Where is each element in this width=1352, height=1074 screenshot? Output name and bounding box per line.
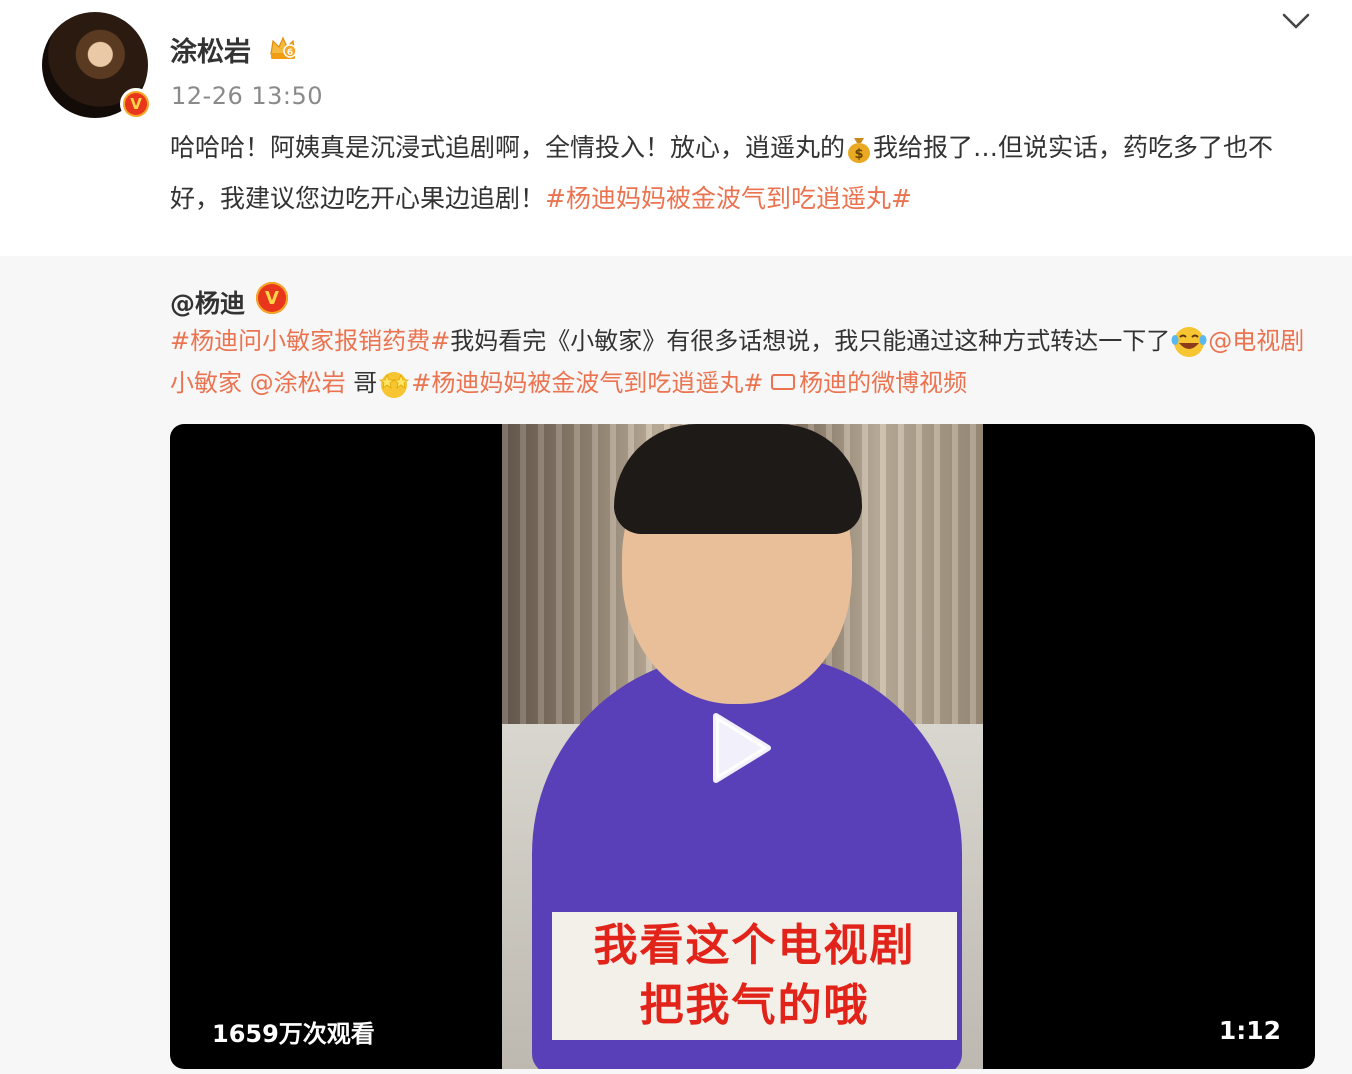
view-count: 1659万次观看 — [212, 1020, 375, 1048]
post-text-part1: 哈哈哈！阿姨真是沉浸式追剧啊，全情投入！放心，逍遥丸的 — [170, 133, 846, 162]
svg-text:$: $ — [854, 147, 863, 162]
mention-link[interactable]: @涂松岩 — [250, 369, 346, 397]
repost-body: #杨迪问小敏家报销药费#我妈看完《小敏家》有很多话想说，我只能通过这种方式转达一… — [170, 320, 1315, 404]
repost-author[interactable]: @杨迪 — [170, 284, 245, 320]
verified-badge-icon: V — [256, 282, 288, 314]
video-link-label: 杨迪的微博视频 — [799, 369, 968, 397]
verified-badge-icon: V — [120, 88, 152, 120]
star-eyes-emoji-icon — [379, 372, 410, 398]
author-name[interactable]: 涂松岩 — [170, 30, 251, 69]
vip-crown-icon: 6 — [270, 36, 297, 59]
repost-text2: 哥 — [353, 369, 378, 397]
post-timestamp[interactable]: 12-26 13:50 — [171, 82, 323, 110]
video-player[interactable]: 我看这个电视剧 把我气的哦 1659万次观看 1:12 — [170, 424, 1315, 1069]
video-subtitle-card: 我看这个电视剧 把我气的哦 — [552, 912, 957, 1040]
play-icon[interactable] — [710, 710, 774, 786]
post-body: 哈哈哈！阿姨真是沉浸式追剧啊，全情投入！放心，逍遥丸的 $ 我给报了…但说实话，药吃… — [170, 122, 1310, 224]
chevron-down-icon[interactable] — [1280, 10, 1312, 32]
video-duration: 1:12 — [1218, 1016, 1281, 1045]
hashtag-link[interactable]: #杨迪妈妈被金波气到吃逍遥丸# — [411, 369, 763, 397]
hashtag-link[interactable]: #杨迪妈妈被金波气到吃逍遥丸# — [545, 184, 912, 213]
subtitle-line1: 我看这个电视剧 — [593, 920, 916, 971]
author-avatar[interactable]: V — [42, 12, 152, 120]
repost-text1: 我妈看完《小敏家》有很多话想说，我只能通过这种方式转达一下了 — [450, 327, 1171, 355]
laughing-emoji-icon — [1171, 327, 1207, 357]
video-link[interactable]: 杨迪的微博视频 — [771, 369, 967, 397]
hashtag-link[interactable]: #杨迪问小敏家报销药费# — [170, 327, 450, 355]
subtitle-line2: 把我气的哦 — [639, 980, 870, 1031]
money-bag-icon: $ — [848, 138, 871, 163]
weibo-post: V 涂松岩 6 12-26 13:50 哈哈哈！阿姨真是沉浸式追剧啊，全情投入！… — [0, 0, 1352, 1074]
video-camera-icon — [771, 374, 796, 390]
svg-text:6: 6 — [287, 48, 293, 58]
